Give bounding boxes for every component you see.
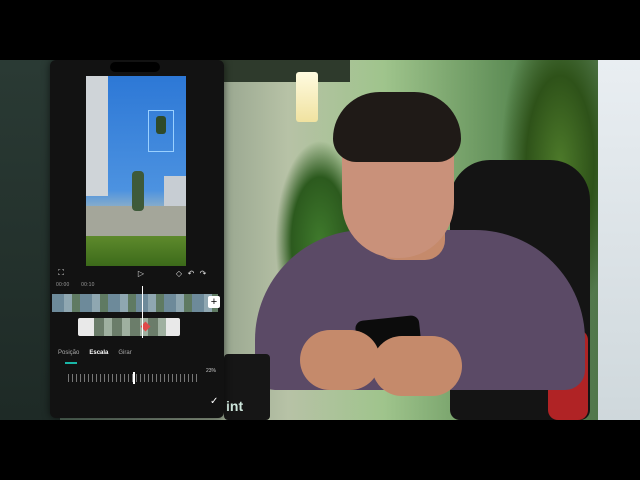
tab-position[interactable]: Posição	[58, 350, 79, 362]
preview-grass	[86, 236, 186, 266]
active-tab-indicator	[65, 362, 77, 364]
redo-icon[interactable]: ↷	[198, 268, 208, 278]
overlay-selection-box[interactable]	[148, 110, 174, 152]
overlay-thumbnails	[94, 318, 166, 336]
player-controls: ⛶ ▷ ◇ ↶ ↷	[50, 266, 224, 280]
confirm-check-icon[interactable]: ✓	[210, 396, 218, 407]
preview-building	[86, 76, 108, 196]
property-tabs: Posição Escala Girar	[58, 350, 132, 362]
camera-notch	[110, 62, 160, 72]
overlay-track[interactable]	[78, 318, 180, 336]
mug-brand-text: int	[226, 398, 244, 414]
main-video-track[interactable]	[52, 294, 218, 312]
person-hand-right	[372, 336, 462, 396]
tab-rotate[interactable]: Girar	[118, 350, 131, 362]
preview-building-right	[164, 176, 186, 206]
fullscreen-icon[interactable]: ⛶	[56, 268, 66, 278]
window	[598, 60, 640, 420]
letterbox-bottom	[0, 420, 640, 480]
total-duration: 00:10	[81, 282, 95, 288]
video-editor-phone: ⛶ ▷ ◇ ↶ ↷ 00:00 00:10 + Posição Escala G…	[50, 60, 224, 418]
letterbox-top	[0, 0, 640, 60]
add-icon[interactable]: +	[208, 296, 220, 308]
person-hair	[333, 92, 461, 162]
timecode: 00:00 00:10	[56, 282, 105, 288]
video-preview[interactable]	[86, 76, 186, 266]
keyframe-icon[interactable]: ◇	[174, 268, 184, 278]
tab-scale[interactable]: Escala	[89, 350, 108, 362]
playhead[interactable]	[142, 286, 143, 338]
undo-icon[interactable]: ↶	[186, 268, 196, 278]
scale-slider-handle[interactable]	[133, 372, 135, 384]
scale-value: 23%	[206, 368, 217, 374]
play-icon[interactable]: ▷	[136, 268, 146, 278]
wall-lamp	[296, 72, 318, 122]
current-time: 00:00	[56, 282, 70, 288]
person-hand-left	[300, 330, 380, 390]
preview-person	[132, 171, 144, 211]
